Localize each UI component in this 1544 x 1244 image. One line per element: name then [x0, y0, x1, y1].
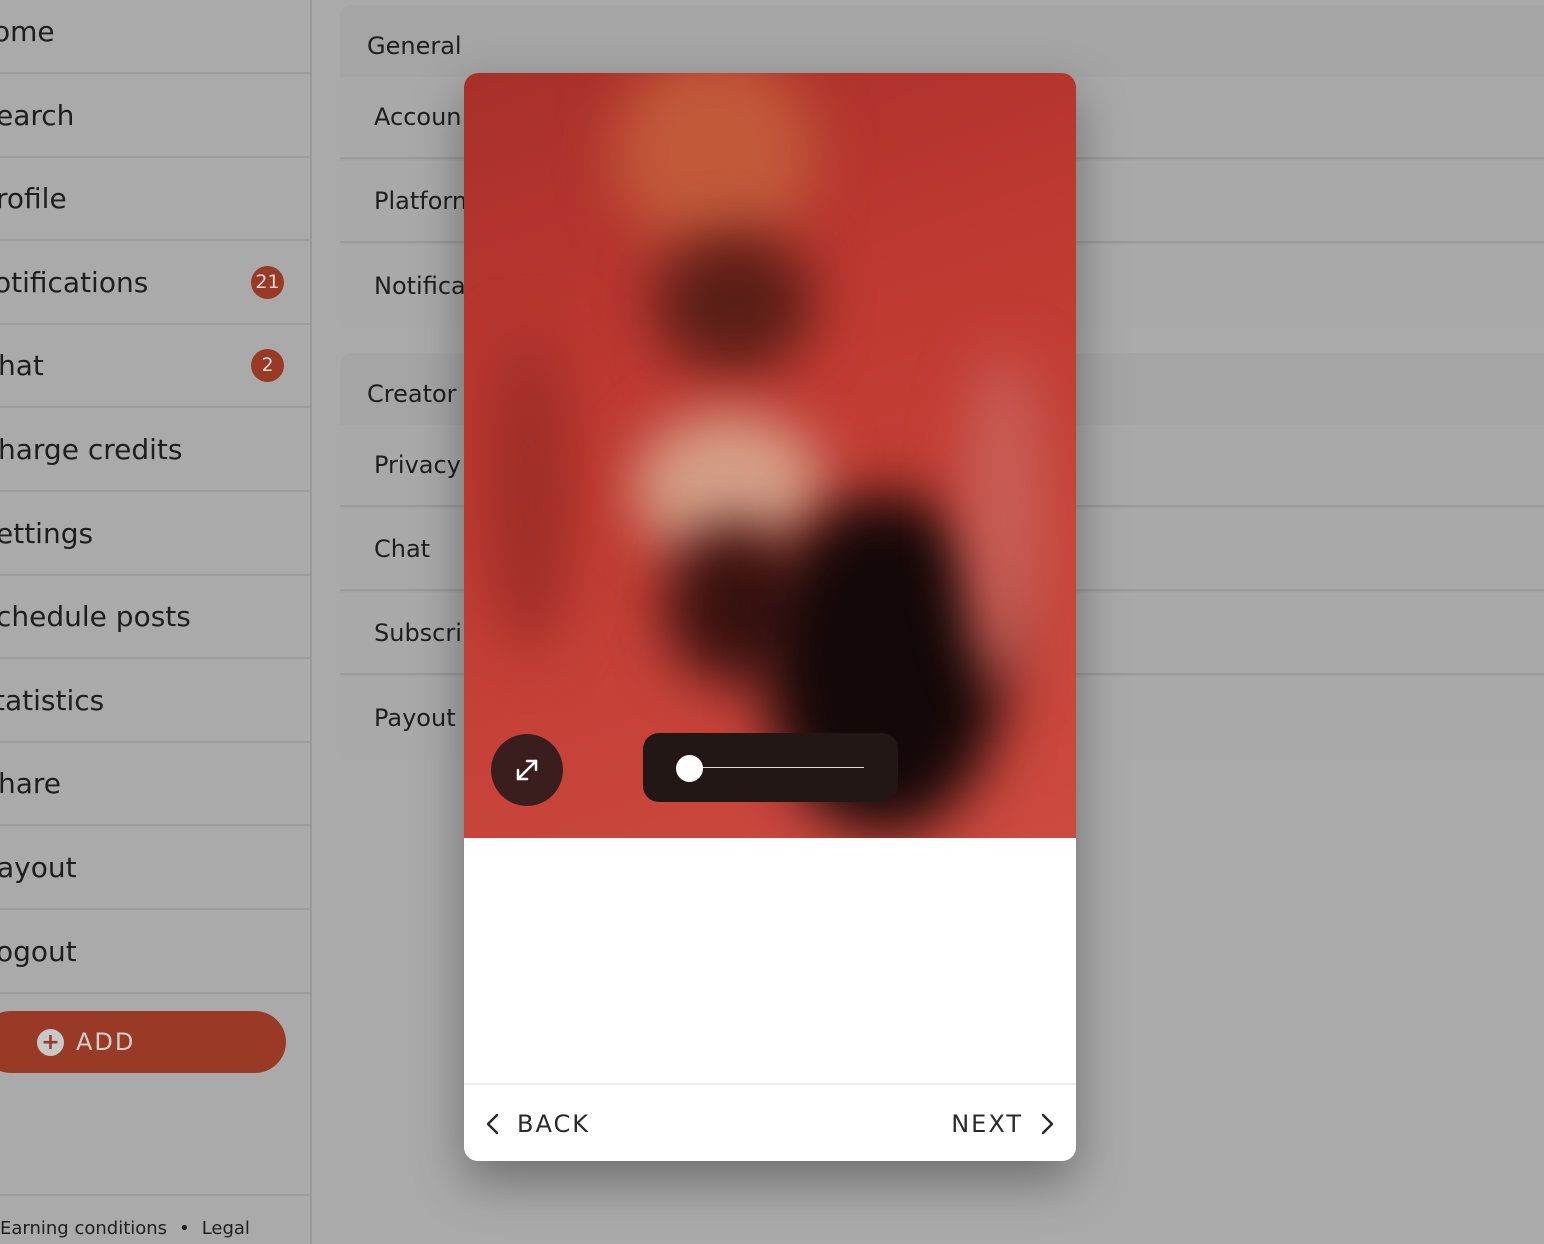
- notifications-count-badge: 21: [251, 265, 284, 299]
- settings-row-label: Notifica: [374, 272, 466, 300]
- settings-row-label: Payout: [374, 704, 456, 732]
- footer-separator: •: [179, 1218, 190, 1239]
- plus-circle-icon: +: [37, 1028, 64, 1056]
- media-slider-container: [643, 733, 898, 802]
- sidebar-item-statistics[interactable]: tatistics: [0, 659, 311, 743]
- media-preview-modal: BACK NEXT: [464, 73, 1076, 1161]
- earning-conditions-link[interactable]: Earning conditions: [0, 1218, 167, 1239]
- sidebar-item-search[interactable]: earch: [0, 74, 311, 158]
- sidebar-item-notifications[interactable]: otifications 21: [0, 241, 311, 325]
- next-button[interactable]: NEXT: [951, 1085, 1056, 1161]
- blurred-media-preview: [464, 73, 1076, 838]
- chevron-left-icon: [486, 1113, 499, 1135]
- sidebar-item-settings[interactable]: ettings: [0, 492, 311, 576]
- sidebar-item-label: hat: [0, 348, 44, 382]
- sidebar-item-payout[interactable]: ayout: [0, 826, 311, 910]
- sidebar-item-chat[interactable]: hat 2: [0, 324, 311, 408]
- media-blur-shape: [964, 353, 1044, 683]
- sidebar-item-logout[interactable]: ogout: [0, 910, 311, 994]
- sidebar-item-label: earch: [0, 98, 75, 132]
- creator-section-title: Creator: [367, 380, 457, 408]
- settings-row-label: Platforn: [374, 187, 468, 215]
- general-section-title: General: [367, 32, 462, 60]
- next-button-label: NEXT: [951, 1110, 1023, 1138]
- media-slider-thumb[interactable]: [676, 755, 703, 782]
- expand-arrows-icon: [516, 759, 538, 781]
- settings-row-label: Privacy: [374, 451, 461, 479]
- legal-link[interactable]: Legal: [202, 1218, 250, 1239]
- sidebar-item-label: rofile: [0, 181, 67, 215]
- add-button[interactable]: + ADD: [0, 1011, 286, 1073]
- back-button-label: BACK: [517, 1110, 590, 1138]
- sidebar-item-label: otifications: [0, 265, 149, 299]
- media-blur-shape: [614, 73, 814, 253]
- sidebar-item-label: ayout: [0, 850, 77, 884]
- sidebar-footer-links: Earning conditions • Legal: [0, 1218, 250, 1239]
- sidebar-item-share[interactable]: hare: [0, 742, 311, 826]
- settings-row-label: Chat: [374, 535, 431, 563]
- chevron-right-icon: [1041, 1113, 1054, 1135]
- media-blur-shape: [484, 333, 574, 653]
- sidebar-item-home[interactable]: ome: [0, 0, 311, 74]
- fullscreen-button[interactable]: [491, 734, 563, 806]
- sidebar-item-label: ome: [0, 14, 55, 48]
- sidebar: ome earch rofile otifications 21 hat 2 h…: [0, 0, 312, 1244]
- add-button-label: ADD: [76, 1028, 136, 1056]
- sidebar-item-label: hare: [0, 766, 62, 800]
- settings-row-label: Accoun: [374, 103, 462, 131]
- sidebar-item-label: ogout: [0, 934, 77, 968]
- media-slider-track[interactable]: [690, 767, 864, 768]
- sidebar-item-label: chedule posts: [0, 599, 191, 633]
- sidebar-item-schedule-posts[interactable]: chedule posts: [0, 575, 311, 659]
- sidebar-item-label: ettings: [0, 516, 94, 550]
- settings-row-label: Subscri: [374, 619, 462, 647]
- modal-footer: BACK NEXT: [464, 1083, 1076, 1161]
- sidebar-item-label: tatistics: [0, 683, 105, 717]
- sidebar-item-charge-credits[interactable]: harge credits: [0, 408, 311, 492]
- chat-count-badge: 2: [251, 348, 284, 382]
- media-blur-shape: [654, 233, 814, 373]
- sidebar-item-profile[interactable]: rofile: [0, 157, 311, 241]
- sidebar-footer-divider: [0, 1194, 311, 1196]
- back-button[interactable]: BACK: [484, 1085, 590, 1161]
- sidebar-item-label: harge credits: [0, 432, 183, 466]
